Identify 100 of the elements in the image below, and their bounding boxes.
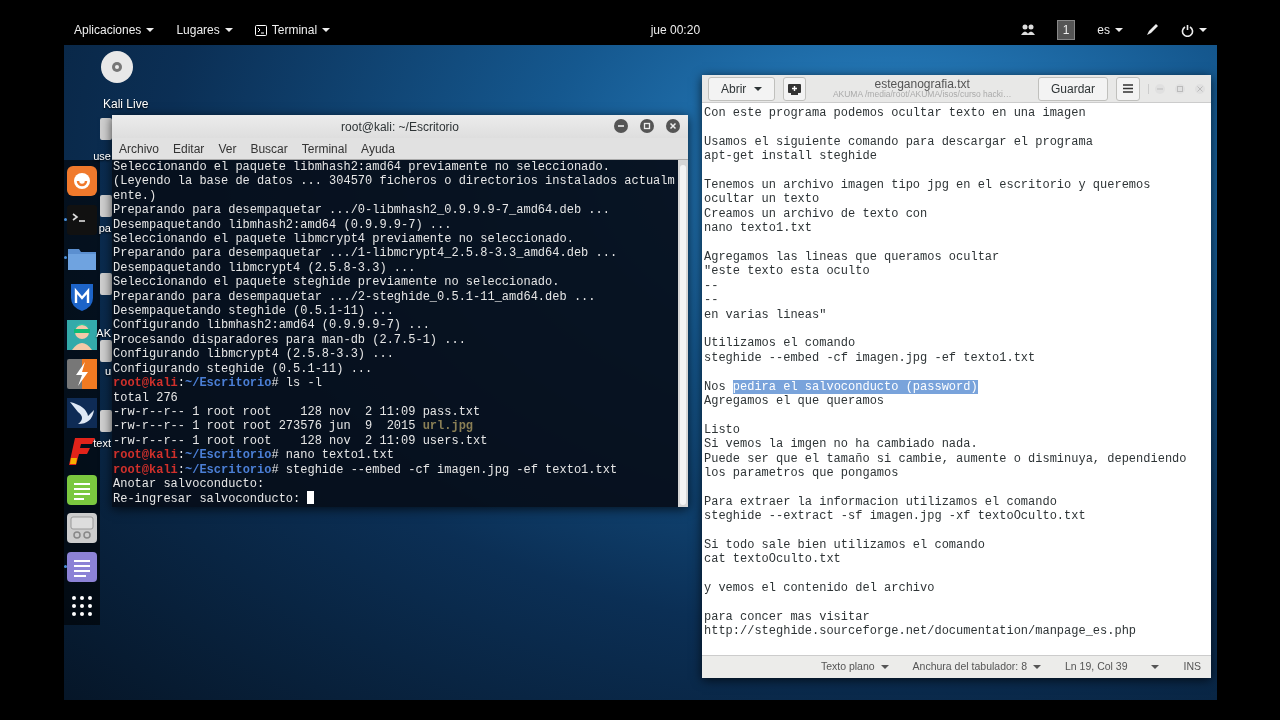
file-icon[interactable]	[100, 410, 112, 432]
text-area[interactable]	[702, 103, 1211, 655]
language-menu[interactable]: es	[1097, 21, 1123, 39]
minimize-icon[interactable]	[614, 119, 628, 133]
clock: jue 00:20	[650, 22, 701, 39]
notes-icon[interactable]	[67, 474, 97, 505]
text-line: ocultar un texto	[704, 192, 820, 207]
terminal-icon[interactable]	[67, 204, 97, 235]
text-line: Utilizamos el comando	[704, 336, 856, 351]
insert-mode: INS	[1183, 659, 1201, 675]
caret-icon	[1033, 665, 1041, 669]
text-line: cat textoOculto.txt	[704, 552, 841, 567]
menu-button[interactable]: Terminal	[254, 21, 331, 39]
terminal-line: Seleccionando el paquete libmhash2:amd64 previamente no seleccionado.	[113, 160, 610, 175]
browser-icon[interactable]	[67, 166, 97, 196]
swoosh-icon[interactable]	[67, 397, 97, 428]
file-icon[interactable]	[100, 273, 112, 295]
text-line: Puede ser que el tamaño si cambie, aumente o disminuya, dependiendo	[704, 451, 1187, 467]
terminal-line: ente.)	[113, 188, 157, 204]
menu-item[interactable]: Ver	[218, 139, 237, 158]
avatar-icon[interactable]	[67, 320, 97, 351]
text-line: para concer mas visitar	[704, 610, 870, 625]
text-line: "este texto esta oculto	[704, 264, 870, 279]
terminal-line: Desempaquetando libmhash2:amd64 (0.9.9.9-7) ...	[113, 217, 452, 233]
terminal-line: Seleccionando el paquete libmcrypt4 previamente no seleccionado.	[113, 232, 574, 247]
terminal-line: root@kali:~/Escritorio# nano texto1.txt	[113, 448, 394, 463]
file-icon[interactable]	[100, 340, 112, 362]
icon-label[interactable]: pa	[98, 222, 111, 235]
icon-label[interactable]: text	[93, 437, 111, 450]
icon-label[interactable]: AK	[96, 327, 111, 340]
tab-width-dropdown[interactable]: Anchura del tabulador: 8	[912, 659, 1041, 675]
text-line: Usamos el siguiente comando para descargar el programa	[704, 134, 1093, 150]
terminal-line: -rw-r--r-- 1 root root 128 nov 2 11:09 pass.txt	[113, 404, 481, 420]
icon-label[interactable]: Kali Live	[103, 95, 149, 113]
terminal-line: Preparando para desempaquetar .../2-steghide_0.5.1-11_amd64.deb ...	[113, 289, 596, 305]
cursor-position: Ln 19, Col 39	[1065, 659, 1128, 675]
maximize-icon[interactable]	[640, 119, 654, 133]
terminal-line: Seleccionando el paquete steghide previamente no seleccionado.	[113, 275, 560, 290]
text-line: http://steghide.sourceforge.net/documentation/manpage_es.php	[704, 624, 1137, 639]
text-line: Si todo sale bien utilizamos el comando	[704, 538, 985, 553]
window-title: root@kali: ~/Escritorio	[341, 118, 459, 136]
menu-item[interactable]: Archivo	[119, 139, 159, 158]
text-line: Creamos un archivo de texto con	[704, 206, 928, 222]
scrollbar[interactable]	[678, 160, 688, 507]
menu-item[interactable]: Buscar	[250, 139, 288, 158]
icon-label[interactable]: use	[93, 150, 111, 163]
menu-button[interactable]	[1116, 76, 1140, 101]
file-icon[interactable]	[100, 195, 112, 217]
menu-item[interactable]: Editar	[173, 139, 205, 158]
save-button[interactable]: Guardar	[1037, 76, 1108, 101]
plus-icon	[788, 82, 802, 95]
menu-button[interactable]: Aplicaciones	[74, 21, 155, 39]
document-title: esteganografia.txt	[874, 77, 970, 91]
text-line: Agregamos las lineas que queramos ocultar	[704, 250, 1000, 265]
text-line: --	[704, 293, 719, 308]
caret-icon	[1151, 665, 1160, 669]
text-line: Para extraer la informacion utilizamos el comando	[704, 494, 1057, 510]
terminal-line: Anotar salvoconducto:	[113, 476, 265, 492]
terminal-line: Configurando libmcrypt4 (2.5.8-3.3) ...	[113, 347, 394, 362]
terminal-line: -rw-r--r-- 1 root root 128 nov 2 11:09 users.txt	[113, 433, 488, 449]
power-icon	[1181, 23, 1194, 37]
terminal-line: Re-ingresar salvoconducto:	[113, 491, 315, 507]
menu-button[interactable]: Lugares	[176, 21, 233, 39]
text-line: y vemos el contenido del archivo	[704, 581, 935, 596]
terminal-line: Configurando steghide (0.5.1-11) ...	[113, 361, 373, 377]
people-icon[interactable]	[1020, 24, 1035, 36]
disc-icon[interactable]	[100, 50, 134, 84]
terminal-line: Preparando para desempaquetar .../1-libmcrypt4_2.5.8-3.3_amd64.deb ...	[113, 246, 618, 261]
caret-icon	[146, 28, 155, 32]
text-line: en varias lineas"	[704, 307, 827, 323]
terminal-line: Desempaquetando steghide (0.5.1-11) ...	[113, 304, 394, 319]
terminal-line: root@kali:~/Escritorio# steghide --embed -cf imagen.jpg -ef texto1.txt	[113, 462, 618, 477]
menu-item[interactable]: Ayuda	[361, 139, 395, 158]
lightning-icon[interactable]	[67, 358, 97, 389]
terminal-line: Configurando libmhash2:amd64 (0.9.9.9-7) ...	[113, 318, 430, 333]
text-line: apt-get install steghide	[704, 149, 877, 164]
text-line: Listo	[704, 422, 740, 438]
terminal-line: Preparando para desempaquetar .../0-libmhash2_0.9.9.9-7_amd64.deb ...	[113, 203, 610, 218]
text-line: los parametros que pongamos	[704, 466, 899, 481]
power-menu[interactable]	[1181, 23, 1207, 37]
new-document-button[interactable]	[783, 76, 807, 101]
menu-icon	[1123, 84, 1133, 93]
pencil-icon[interactable]	[1145, 23, 1159, 37]
open-button[interactable]: Abrir	[708, 76, 776, 101]
document-icon[interactable]	[67, 551, 97, 582]
text-line: Nos pedira el salvoconducto (password)	[704, 379, 978, 395]
terminal-line: Procesando disparadores para man-db (2.7.5-1) ...	[113, 332, 466, 348]
text-line: Agregamos el que queramos	[704, 394, 885, 409]
text-line: --	[704, 278, 719, 294]
icon-label[interactable]: u	[104, 365, 111, 378]
workspace-indicator[interactable]: 1	[1056, 20, 1076, 40]
position-dropdown[interactable]	[1151, 665, 1160, 669]
language-dropdown[interactable]: Texto plano	[820, 659, 889, 675]
text-line: steghide --embed -cf imagen.jpg -ef texto1.txt	[704, 350, 1036, 366]
menu-item[interactable]: Terminal	[301, 139, 348, 158]
caret-icon	[1199, 28, 1207, 32]
terminal-line: -rw-r--r-- 1 root root 273576 jun 9 2015 url.jpg	[113, 419, 474, 434]
caret-icon	[1115, 28, 1123, 32]
close-icon[interactable]	[666, 119, 680, 133]
terminal-line: (Leyendo la base de datos ... 304570 ficheros o directorios instalados actualm	[113, 174, 675, 189]
